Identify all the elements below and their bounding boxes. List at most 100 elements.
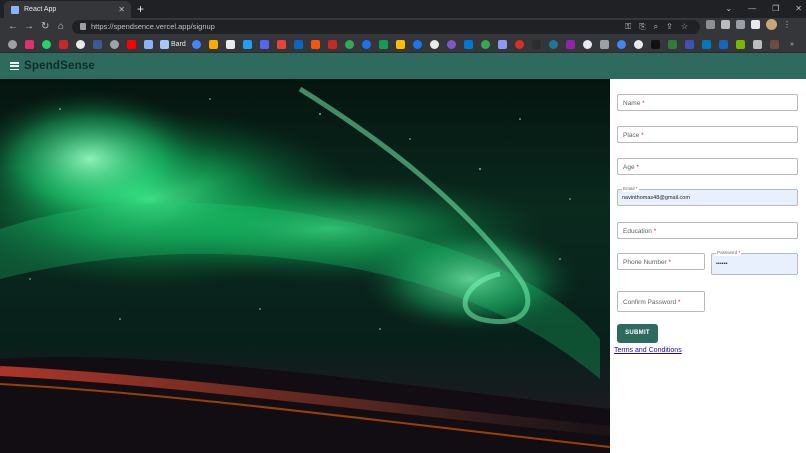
required-mark: * [634,164,639,171]
email-label: Email [623,186,635,191]
home-icon[interactable]: ⌂ [58,20,64,34]
age-field[interactable]: Age * [617,158,798,175]
bookmark-icon[interactable] [600,40,609,49]
bookmark-icon[interactable] [719,40,728,49]
bookmark-icon[interactable] [634,40,643,49]
bookmark-icon[interactable] [685,40,694,49]
password-key-icon[interactable]: ⚿ [625,20,631,34]
confirm-password-label: Confirm Password [623,299,677,306]
brand-logo[interactable]: SpendSense [24,53,95,79]
name-field[interactable]: Name * [617,94,798,111]
puzzle-icon[interactable] [721,20,730,29]
nvidia-icon[interactable] [736,40,745,49]
extension-icon[interactable] [736,20,745,29]
bookmark-icon[interactable] [447,40,456,49]
back-icon[interactable]: ← [8,20,18,34]
amazon-icon[interactable] [226,40,235,49]
bookmark-icon[interactable] [277,40,286,49]
github-icon[interactable] [76,40,85,49]
password-field[interactable]: Password * •••••• [711,250,798,275]
github-icon[interactable] [110,40,119,49]
bookmark-icon[interactable] [144,40,153,49]
bookmark-icon[interactable] [481,40,490,49]
confirm-password-field[interactable]: Confirm Password * [617,291,705,312]
microsoft-icon[interactable] [311,40,320,49]
instagram-icon[interactable] [25,40,34,49]
terms-and-conditions-link[interactable]: Terms and Conditions [614,347,682,354]
youtube-icon[interactable] [127,40,136,49]
required-mark: * [640,100,645,107]
reload-icon[interactable]: ↻ [41,20,49,34]
bookmark-icon[interactable] [668,40,677,49]
minimize-icon[interactable]: — [748,0,756,17]
place-field[interactable]: Place * [617,126,798,143]
browser-toolbar: ← → ↻ ⌂ https://spendsence.vercel.app/si… [0,18,806,36]
lock-icon[interactable] [80,23,86,30]
bard-icon[interactable] [160,40,169,49]
bookmark-icon[interactable] [566,40,575,49]
name-label: Name [623,100,641,107]
bookmark-icon[interactable] [59,40,68,49]
app-header: SpendSense [0,53,806,79]
side-panel-icon[interactable] [751,20,760,29]
more-bookmarks-icon[interactable]: » [790,36,794,53]
bookmark-icon[interactable] [294,40,303,49]
profile-avatar[interactable] [766,19,777,30]
url-text[interactable]: https://spendsence.vercel.app/signup [91,20,215,34]
required-mark: * [676,299,681,306]
required-mark: * [737,250,741,255]
bookmark-icon[interactable] [532,40,541,49]
required-mark: * [634,186,638,191]
bookmark-icon[interactable] [430,40,439,49]
wordpress-icon[interactable] [549,40,558,49]
install-app-icon[interactable]: ⎘ [639,20,645,34]
bookmark-icon[interactable] [192,40,201,49]
new-tab-button[interactable]: + [137,1,144,17]
bookmark-icon[interactable] [413,40,422,49]
bookmark-icon[interactable] [93,40,102,49]
close-window-icon[interactable]: ✕ [795,0,802,17]
bookmark-icon[interactable] [362,40,371,49]
tab-close-icon[interactable]: ✕ [118,1,125,18]
phone-number-label: Phone Number [623,259,667,266]
bookmark-icon[interactable] [617,40,626,49]
share-icon[interactable]: ⇪ [666,20,673,34]
zoom-icon[interactable]: ⌕ [654,20,658,34]
submit-button[interactable]: SUBMIT [617,324,658,343]
twitter-icon[interactable] [243,40,252,49]
bookmark-bard-label[interactable]: Bard [171,36,186,53]
maps-icon[interactable] [345,40,354,49]
bookmark-icon[interactable] [515,40,524,49]
bookmark-icon[interactable] [328,40,337,49]
restore-icon[interactable]: ❐ [772,0,779,17]
menu-kebab-icon[interactable]: ⋮ [783,20,792,29]
bookmark-icon[interactable] [651,40,660,49]
bookmark-icon[interactable] [209,40,218,49]
forward-icon[interactable]: → [24,20,34,34]
extension-icon[interactable] [706,20,715,29]
bookmark-icon[interactable] [8,40,17,49]
bookmark-star-icon[interactable]: ☆ [681,20,688,34]
bookmark-icon[interactable] [702,40,711,49]
browser-tab[interactable]: React App ✕ [4,1,131,18]
onedrive-icon[interactable] [464,40,473,49]
education-field[interactable]: Education * [617,222,798,239]
bookmark-icon[interactable] [379,40,388,49]
discord-icon[interactable] [260,40,269,49]
required-mark: * [639,132,644,139]
address-bar[interactable]: https://spendsence.vercel.app/signup ⚿ ⎘… [72,20,700,34]
bookmark-icon[interactable] [498,40,507,49]
email-value[interactable]: navinthomas48@gmail.com [622,194,690,203]
drive-icon[interactable] [396,40,405,49]
bookmark-icon[interactable] [753,40,762,49]
email-field[interactable]: Email * navinthomas48@gmail.com [617,186,798,206]
place-label: Place [623,132,640,139]
whatsapp-icon[interactable] [42,40,51,49]
bookmark-icon[interactable] [770,40,779,49]
bookmark-icon[interactable] [583,40,592,49]
tab-search-icon[interactable]: ⌄ [725,0,732,17]
phone-number-field[interactable]: Phone Number * [617,253,705,270]
password-value[interactable]: •••••• [716,260,728,269]
extension-icons: ⋮ [706,19,792,30]
hamburger-menu-icon[interactable] [10,62,19,71]
